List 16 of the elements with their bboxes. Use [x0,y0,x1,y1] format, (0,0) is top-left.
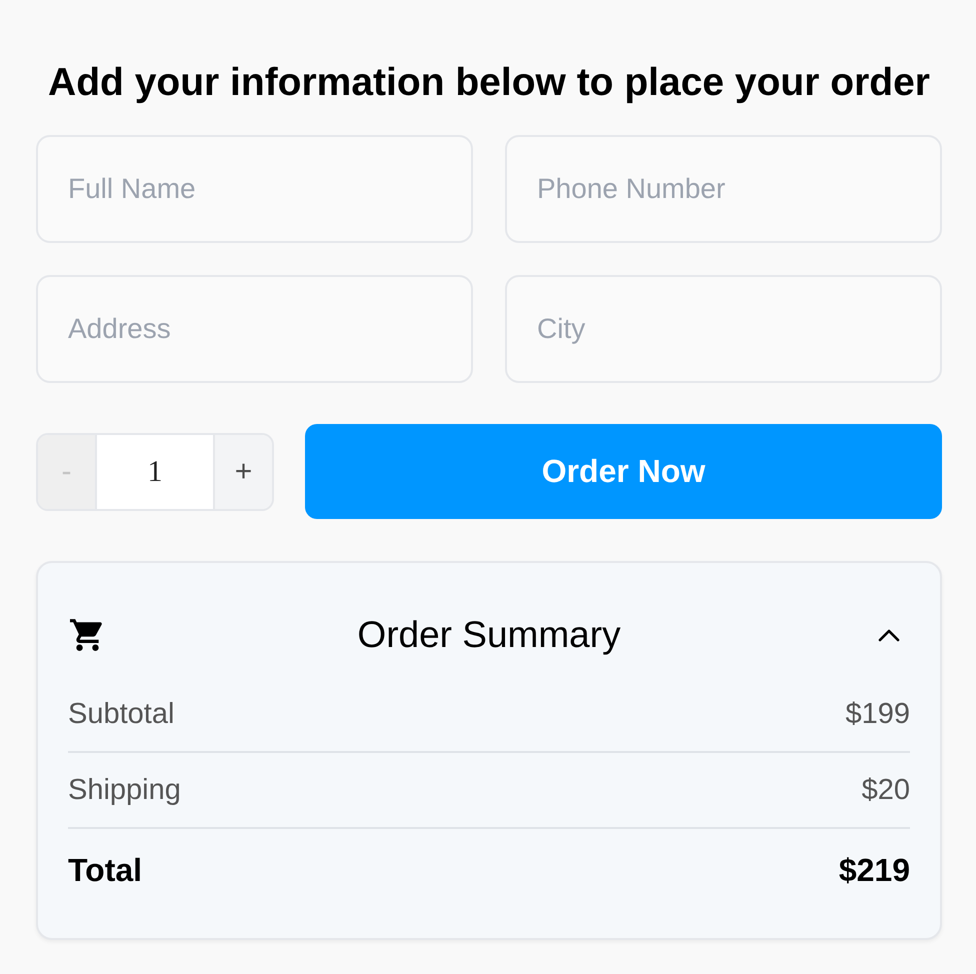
summary-label: Shipping [68,774,181,806]
summary-label: Total [68,852,142,888]
shopping-cart-icon [70,619,105,651]
chevron-icon[interactable] [878,629,900,642]
page-heading: Add your information below to place your order [47,60,931,106]
input-field[interactable]: Address [36,275,473,383]
input-field[interactable]: City [505,275,942,383]
summary-title: Order Summary [357,614,621,656]
summary-amount: $219 [838,852,910,888]
summary-amount: $20 [862,774,910,806]
input-field[interactable]: Full Name [36,135,473,243]
quantity-field[interactable]: 1 [95,434,215,508]
summary-label: Subtotal [68,698,174,730]
input-field[interactable]: Phone Number [505,135,942,243]
summary-amount: $199 [845,698,910,730]
increment-button[interactable]: + [215,434,272,508]
